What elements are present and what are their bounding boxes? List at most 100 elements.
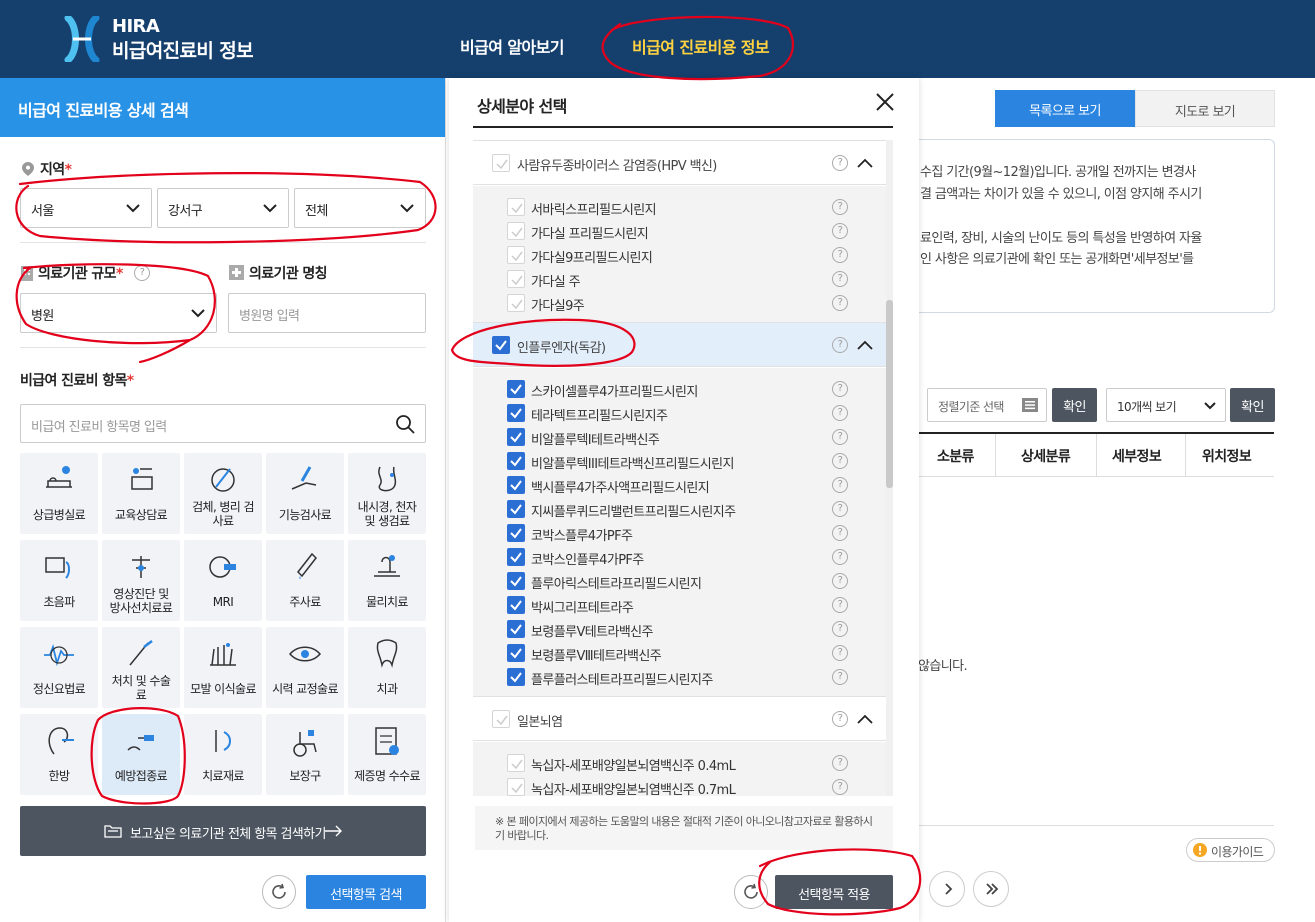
item-checkbox[interactable] (507, 754, 525, 772)
detail-item[interactable]: 녹십자-세포배양일본뇌염백신주 0.4mL? (473, 751, 887, 775)
detail-item[interactable]: 백시플루4가주사액프리필드시린지? (473, 473, 887, 497)
sort-select[interactable]: 정렬기준 선택 (927, 388, 1047, 422)
group-header[interactable]: 일본뇌염? (473, 696, 887, 741)
category-acupuncture[interactable]: 한방 (20, 714, 98, 795)
item-checkbox[interactable] (507, 270, 525, 288)
help-icon[interactable]: ? (832, 573, 848, 589)
chevron-up-icon[interactable] (857, 339, 873, 351)
group-checkbox[interactable] (492, 336, 510, 354)
help-icon[interactable]: ? (832, 405, 848, 421)
group-header[interactable]: 인플루엔자(독감)? (473, 322, 887, 367)
detail-item[interactable]: 녹십자-세포배양일본뇌염백신주 0.7mL? (473, 775, 887, 796)
item-checkbox[interactable] (507, 246, 525, 264)
search-all-items-button[interactable]: 보고싶은 의료기관 전체 항목 검색하기 (20, 806, 426, 856)
search-selected-button[interactable]: 선택항목 검색 (306, 875, 426, 909)
help-icon[interactable]: ? (134, 265, 150, 281)
item-checkbox[interactable] (507, 404, 525, 422)
item-checkbox[interactable] (507, 452, 525, 470)
help-icon[interactable]: ? (832, 549, 848, 565)
item-checkbox[interactable] (507, 500, 525, 518)
item-checkbox[interactable] (507, 778, 525, 796)
help-icon[interactable]: ? (832, 779, 848, 795)
last-page-button[interactable] (973, 871, 1009, 907)
help-icon[interactable]: ? (832, 501, 848, 517)
search-icon[interactable] (395, 414, 415, 434)
tab-map-view[interactable]: 지도로 보기 (1135, 90, 1275, 127)
help-icon[interactable]: ? (832, 381, 848, 397)
help-icon[interactable]: ? (832, 247, 848, 263)
category-treatment-material[interactable]: 치료재료 (184, 714, 262, 795)
category-psychotherapy[interactable]: 정신요법료 (20, 627, 98, 708)
category-tooth[interactable]: 치과 (348, 627, 426, 708)
detail-item[interactable]: 가다실 주? (473, 267, 887, 291)
nav-noncovered-info[interactable]: 비급여 알아보기 (460, 34, 564, 58)
detail-item[interactable]: 가다실 프리필드시린지? (473, 219, 887, 243)
apply-selected-button[interactable]: 선택항목 적용 (775, 875, 893, 909)
help-icon[interactable]: ? (832, 477, 848, 493)
help-icon[interactable]: ? (832, 295, 848, 311)
item-checkbox[interactable] (507, 596, 525, 614)
detail-item[interactable]: 플루플러스테트라프리필드시린지주? (473, 665, 887, 689)
item-checkbox[interactable] (507, 294, 525, 312)
item-checkbox[interactable] (507, 620, 525, 638)
next-page-button[interactable] (929, 871, 965, 907)
detail-item[interactable]: 지씨플루퀴드리밸런트프리필드시린지주? (473, 497, 887, 521)
detail-item[interactable]: 비알플루텍III테트라백신프리필드시린지? (473, 449, 887, 473)
usage-guide-button[interactable]: 이용가이드 (1186, 838, 1275, 862)
category-function-test[interactable]: 기능검사료 (266, 453, 344, 534)
help-icon[interactable]: ? (832, 621, 848, 637)
help-icon[interactable]: ? (832, 155, 848, 171)
category-mri[interactable]: MRI (184, 540, 262, 621)
category-certificate[interactable]: 제증명 수수료 (348, 714, 426, 795)
detail-item[interactable]: 스카이셀플루4가프리필드시린지? (473, 377, 887, 401)
category-bed[interactable]: 상급병실료 (20, 453, 98, 534)
category-radiology[interactable]: 영상진단 및 방사선치료료 (102, 540, 180, 621)
reset-button[interactable] (262, 875, 296, 909)
help-icon[interactable]: ? (832, 645, 848, 661)
item-checkbox[interactable] (507, 572, 525, 590)
tab-list-view[interactable]: 목록으로 보기 (995, 90, 1135, 127)
item-checkbox[interactable] (507, 198, 525, 216)
detail-item[interactable]: 가다실9주? (473, 291, 887, 315)
help-icon[interactable]: ? (832, 597, 848, 613)
dong-select[interactable]: 전체 (294, 188, 426, 228)
item-checkbox[interactable] (507, 428, 525, 446)
help-icon[interactable]: ? (832, 525, 848, 541)
detail-item[interactable]: 박씨그리프테트라주? (473, 593, 887, 617)
item-checkbox[interactable] (507, 476, 525, 494)
page-size-select[interactable]: 10개씩 보기 (1106, 388, 1226, 422)
help-icon[interactable]: ? (832, 429, 848, 445)
help-icon[interactable]: ? (832, 337, 848, 353)
item-search-input[interactable]: 비급여 진료비 항목명 입력 (20, 404, 426, 443)
category-injection[interactable]: 주사료 (266, 540, 344, 621)
group-checkbox[interactable] (492, 710, 510, 728)
help-icon[interactable]: ? (832, 271, 848, 287)
category-ultrasound[interactable]: 초음파 (20, 540, 98, 621)
detail-field-list[interactable]: 사람유두종바이러스 감염증(HPV 백신)? 서바릭스프리필드시린지? 가다실 프리… (473, 140, 913, 796)
detail-item[interactable]: 서바릭스프리필드시린지? (473, 195, 887, 219)
page-size-confirm-button[interactable]: 확인 (1230, 388, 1275, 422)
hospital-name-input[interactable]: 병원명 입력 (228, 293, 426, 333)
group-checkbox[interactable] (492, 154, 510, 172)
category-endoscope[interactable]: 내시경, 천자 및 생검료 (348, 453, 426, 534)
detail-item[interactable]: 플루아릭스테트라프리필드시린지? (473, 569, 887, 593)
chevron-up-icon[interactable] (857, 157, 873, 169)
scrollbar-thumb[interactable] (886, 300, 893, 488)
item-checkbox[interactable] (507, 548, 525, 566)
item-checkbox[interactable] (507, 668, 525, 686)
category-physical-therapy[interactable]: 물리치료 (348, 540, 426, 621)
detail-item[interactable]: 보령플루Ⅷ테트라백신주? (473, 641, 887, 665)
help-icon[interactable]: ? (832, 453, 848, 469)
item-checkbox[interactable] (507, 644, 525, 662)
detail-item[interactable]: 코박스인플루4가PF주? (473, 545, 887, 569)
category-microscope[interactable]: 검체, 병리 검사료 (184, 453, 262, 534)
item-checkbox[interactable] (507, 524, 525, 542)
hospital-scale-select[interactable]: 병원 (20, 293, 217, 333)
detail-item[interactable]: 보령플루Ⅴ테트라백신주? (473, 617, 887, 641)
detail-item[interactable]: 가다실9프리필드시린지? (473, 243, 887, 267)
detail-item[interactable]: 테라텍트프리필드시린지주? (473, 401, 887, 425)
help-icon[interactable]: ? (832, 199, 848, 215)
help-icon[interactable]: ? (832, 223, 848, 239)
category-hair-transplant[interactable]: 모발 이식술료 (184, 627, 262, 708)
modal-reset-button[interactable] (734, 875, 768, 909)
